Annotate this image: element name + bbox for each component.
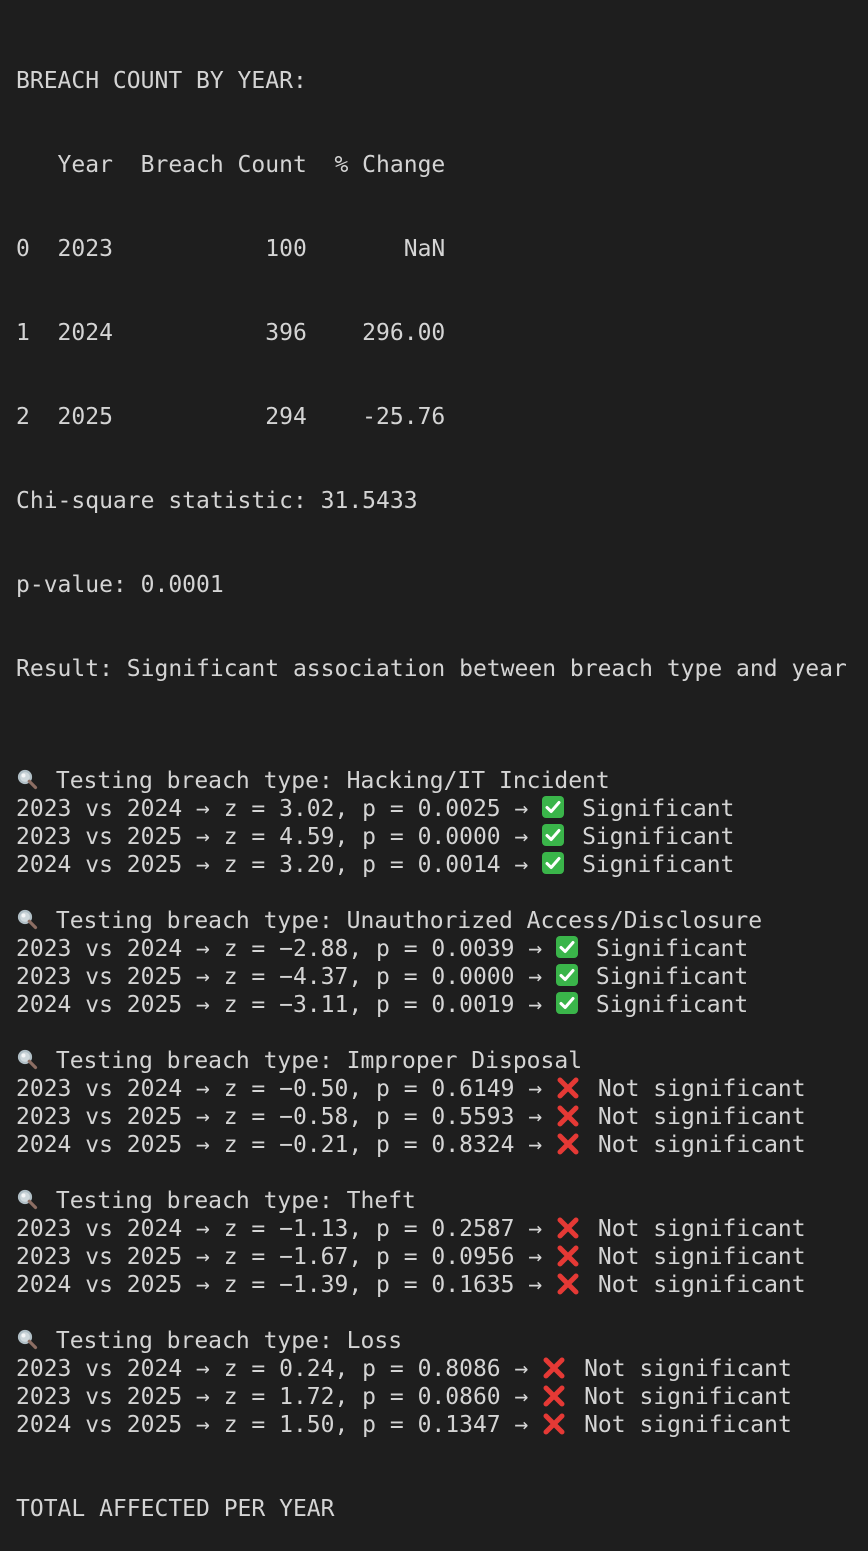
test-result-status: Significant [582,852,735,878]
test-result-status: Significant [595,936,749,962]
test-result-status: Not significant [597,1076,806,1102]
test-result-text: 2023 vs 2025 → z = −0.58, p = 0.5593 → [16,1104,543,1130]
magnifier-icon [16,1188,38,1210]
trailing-output-line: TOTAL AFFECTED PER YEAR [16,1496,335,1522]
test-result-row: 2023 vs 2024 → z = 0.24, p = 0.8086 → No… [16,1355,868,1383]
test-result-row: 2024 vs 2025 → z = −3.11, p = 0.0019 → S… [16,991,868,1019]
test-result-row: 2024 vs 2025 → z = −0.21, p = 0.8324 → N… [16,1131,868,1159]
test-result-status: Significant [595,992,749,1018]
test-section-header: Testing breach type: Hacking/IT Incident [16,767,868,795]
test-result-status: Not significant [584,1412,792,1438]
breach-table-row: 0 2023 100 NaN [16,236,446,262]
test-result-row: 2023 vs 2024 → z = 3.02, p = 0.0025 → Si… [16,795,868,823]
test-section-label: Testing breach type: Hacking/IT Incident [55,768,610,794]
test-result-text: 2023 vs 2024 → z = 0.24, p = 0.8086 → [16,1356,529,1382]
test-result-row: 2024 vs 2025 → z = 3.20, p = 0.0014 → Si… [16,851,868,879]
cross-mark-icon [556,1216,580,1240]
breach-table-header: Year Breach Count % Change [16,152,446,178]
test-result-text: 2024 vs 2025 → z = −0.21, p = 0.8324 → [16,1132,543,1158]
breach-table-row: 1 2024 396 296.00 [16,320,446,346]
cross-mark-icon [542,1412,566,1436]
test-section-label: Testing breach type: Unauthorized Access… [55,908,763,934]
test-result-status: Not significant [597,1132,806,1158]
test-result-status: Not significant [597,1244,806,1270]
test-result-status: Significant [595,964,749,990]
test-result-status: Not significant [597,1272,806,1298]
magnifier-icon [16,1328,38,1350]
test-section-header: Testing breach type: Improper Disposal [16,1047,868,1075]
test-section-label: Testing breach type: Improper Disposal [55,1048,583,1074]
check-mark-icon [542,823,565,846]
p-value: p-value: 0.0001 [16,572,224,598]
test-result-row: 2023 vs 2025 → z = −0.58, p = 0.5593 → N… [16,1103,868,1131]
check-mark-icon [556,991,579,1014]
test-result-row: 2023 vs 2025 → z = −4.37, p = 0.0000 → S… [16,963,868,991]
test-section-label: Testing breach type: Theft [55,1188,416,1214]
test-result-text: 2023 vs 2025 → z = 4.59, p = 0.0000 → [16,824,529,850]
test-section-header: Testing breach type: Loss [16,1327,868,1355]
cross-mark-icon [556,1132,580,1156]
check-mark-icon [556,935,579,958]
cross-mark-icon [542,1384,566,1408]
test-result-status: Not significant [597,1104,806,1130]
test-section-header: Testing breach type: Unauthorized Access… [16,907,868,935]
chi-square-statistic: Chi-square statistic: 31.5433 [16,488,418,514]
test-result-row: 2024 vs 2025 → z = −1.39, p = 0.1635 → N… [16,1271,868,1299]
cross-mark-icon [556,1076,580,1100]
test-result-text: 2024 vs 2025 → z = −1.39, p = 0.1635 → [16,1272,543,1298]
test-result-text: 2024 vs 2025 → z = −3.11, p = 0.0019 → [16,992,543,1018]
magnifier-icon [16,1048,38,1070]
breach-table-row: 2 2025 294 -25.76 [16,404,446,430]
test-result-status: Significant [582,824,735,850]
test-result-text: 2023 vs 2025 → z = 1.72, p = 0.0860 → [16,1384,529,1410]
cross-mark-icon [556,1244,580,1268]
terminal-output[interactable]: BREACH COUNT BY YEAR: Year Breach Count … [16,11,868,1551]
check-mark-icon [556,963,579,986]
cross-mark-icon [556,1104,580,1128]
check-mark-icon [542,851,565,874]
cross-mark-icon [556,1272,580,1296]
breach-count-title: BREACH COUNT BY YEAR: [16,68,307,94]
test-result-row: 2023 vs 2025 → z = −1.67, p = 0.0956 → N… [16,1243,868,1271]
magnifier-icon [16,908,38,930]
chi-square-result: Result: Significant association between … [16,656,847,682]
check-mark-icon [542,795,565,818]
test-result-text: 2023 vs 2024 → z = −0.50, p = 0.6149 → [16,1076,543,1102]
test-result-text: 2024 vs 2025 → z = 3.20, p = 0.0014 → [16,852,529,878]
test-result-status: Significant [582,796,735,822]
test-result-row: 2023 vs 2024 → z = −1.13, p = 0.2587 → N… [16,1215,868,1243]
cross-mark-icon [542,1356,566,1380]
breach-type-tests: Testing breach type: Hacking/IT Incident… [16,739,868,1439]
test-section-header: Testing breach type: Theft [16,1187,868,1215]
test-section-label: Testing breach type: Loss [55,1328,403,1354]
test-result-row: 2023 vs 2024 → z = −2.88, p = 0.0039 → S… [16,935,868,963]
test-result-text: 2023 vs 2024 → z = −1.13, p = 0.2587 → [16,1216,543,1242]
test-result-status: Not significant [597,1216,806,1242]
test-result-row: 2023 vs 2025 → z = 1.72, p = 0.0860 → No… [16,1383,868,1411]
test-result-text: 2023 vs 2024 → z = −2.88, p = 0.0039 → [16,936,543,962]
test-result-text: 2023 vs 2025 → z = −4.37, p = 0.0000 → [16,964,543,990]
test-result-text: 2024 vs 2025 → z = 1.50, p = 0.1347 → [16,1412,529,1438]
test-result-row: 2024 vs 2025 → z = 1.50, p = 0.1347 → No… [16,1411,868,1439]
test-result-text: 2023 vs 2024 → z = 3.02, p = 0.0025 → [16,796,529,822]
test-result-status: Not significant [584,1384,792,1410]
test-result-row: 2023 vs 2025 → z = 4.59, p = 0.0000 → Si… [16,823,868,851]
test-result-text: 2023 vs 2025 → z = −1.67, p = 0.0956 → [16,1244,543,1270]
test-result-row: 2023 vs 2024 → z = −0.50, p = 0.6149 → N… [16,1075,868,1103]
test-result-status: Not significant [584,1356,792,1382]
magnifier-icon [16,768,38,790]
